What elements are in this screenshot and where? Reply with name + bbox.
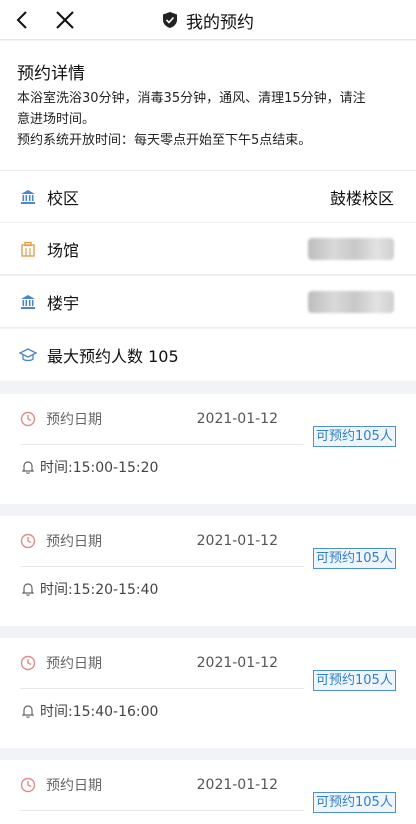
section-gap bbox=[0, 626, 416, 638]
time-range: 时间:15:00-15:20 bbox=[40, 460, 159, 476]
campus-row[interactable]: 校区 鼓楼校区 bbox=[0, 171, 416, 223]
details-line-1: 本浴室洗浴30分钟，消毒35分钟，通风、清理15分钟，请注 bbox=[17, 91, 366, 106]
date-label: 预约日期 bbox=[46, 412, 102, 428]
slot-card[interactable]: 预约日期 2021-01-12 可预约105人 bbox=[0, 760, 416, 824]
slot-card[interactable]: 预约日期 2021-01-12 可预约105人 时间:15:00-15:20 bbox=[0, 394, 416, 504]
venue-icon bbox=[19, 240, 37, 258]
details-line-2: 意进场时间。 bbox=[17, 112, 96, 127]
date-label: 预约日期 bbox=[46, 534, 102, 550]
back-button[interactable] bbox=[10, 7, 36, 33]
bell-icon bbox=[20, 459, 36, 475]
date-label: 预约日期 bbox=[46, 778, 102, 794]
booking-details: 预约详情 本浴室洗浴30分钟，消毒35分钟，通风、清理15分钟，请注 意进场时间… bbox=[0, 41, 416, 171]
building-icon bbox=[19, 293, 37, 311]
availability-badge[interactable]: 可预约105人 bbox=[313, 548, 396, 569]
section-gap bbox=[0, 748, 416, 760]
availability-badge[interactable]: 可预约105人 bbox=[313, 426, 396, 447]
clock-icon bbox=[20, 411, 36, 427]
bell-icon bbox=[20, 703, 36, 719]
date-value: 2021-01-12 bbox=[196, 655, 278, 671]
section-gap bbox=[0, 504, 416, 516]
date-label: 预约日期 bbox=[46, 656, 102, 672]
graduation-cap-icon bbox=[19, 346, 37, 364]
availability-badge[interactable]: 可预约105人 bbox=[313, 792, 396, 813]
date-value: 2021-01-12 bbox=[196, 533, 278, 549]
campus-label: 校区 bbox=[47, 188, 80, 208]
top-bar: 我的预约 bbox=[0, 0, 416, 40]
date-value: 2021-01-12 bbox=[196, 411, 278, 427]
section-gap bbox=[0, 382, 416, 394]
clock-icon bbox=[20, 777, 36, 793]
close-icon bbox=[56, 11, 74, 29]
clock-icon bbox=[20, 533, 36, 549]
clock-icon bbox=[20, 655, 36, 671]
venue-value-redacted bbox=[308, 237, 394, 260]
page-title: 我的预约 bbox=[186, 12, 254, 33]
slot-card[interactable]: 预约日期 2021-01-12 可预约105人 时间:15:20-15:40 bbox=[0, 516, 416, 626]
venue-label: 场馆 bbox=[47, 240, 80, 260]
building-value-redacted bbox=[308, 290, 394, 313]
building-label: 楼宇 bbox=[47, 293, 80, 313]
availability-badge[interactable]: 可预约105人 bbox=[313, 670, 396, 691]
venue-row[interactable]: 场馆 bbox=[0, 223, 416, 275]
building-row[interactable]: 楼宇 bbox=[0, 276, 416, 328]
shield-check-icon bbox=[162, 11, 178, 29]
chevron-left-icon bbox=[16, 11, 27, 29]
max-capacity-row: 最大预约人数 105 bbox=[0, 329, 416, 381]
building-icon bbox=[19, 188, 37, 206]
bell-icon bbox=[20, 581, 36, 597]
details-title: 预约详情 bbox=[17, 64, 85, 84]
close-button[interactable] bbox=[52, 7, 78, 33]
date-value: 2021-01-12 bbox=[196, 777, 278, 793]
time-range: 时间:15:20-15:40 bbox=[40, 582, 159, 598]
campus-value: 鼓楼校区 bbox=[329, 188, 394, 208]
slot-card[interactable]: 预约日期 2021-01-12 可预约105人 时间:15:40-16:00 bbox=[0, 638, 416, 748]
max-capacity-label: 最大预约人数 105 bbox=[47, 347, 179, 366]
details-line-3: 预约系统开放时间：每天零点开始至下午5点结束。 bbox=[17, 133, 312, 148]
time-range: 时间:15:40-16:00 bbox=[40, 704, 159, 720]
